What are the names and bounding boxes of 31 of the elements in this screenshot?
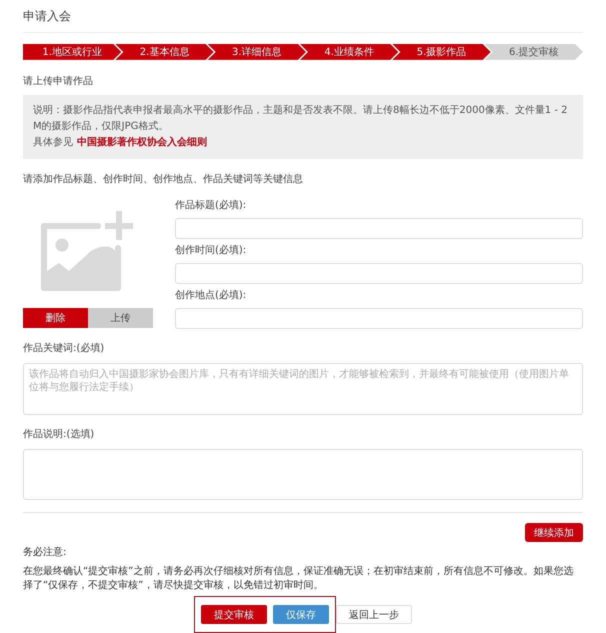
progress-step: 5.摄影作品: [392, 44, 491, 60]
instruction-text: 请添加作品标题、创作时间、创作地点、作品关键词等关键信息: [23, 172, 304, 186]
add-image-icon: [41, 210, 135, 291]
field-label: 创作地点(必填):: [175, 288, 248, 302]
notes-title: 务必注意:: [23, 546, 68, 560]
rules-link[interactable]: 中国摄影著作权协会入会细则: [77, 134, 207, 151]
keywords-field[interactable]: 该作品将自动归入中国摄影家协会图片库，只有有详细关键词的图片，才能够被检索到，并最终有可能被使用（使用图片单位将与您履行法定手续）: [23, 362, 583, 416]
reference-prefix: 具体参见: [33, 136, 73, 150]
field-label: 作品关键词:(必填): [23, 342, 106, 355]
section-title: 请上传申请作品: [23, 74, 94, 88]
action-button[interactable]: 返回上一步: [336, 605, 412, 624]
progress-step: 2.基本信息: [115, 44, 214, 60]
page-title: 申请入会: [23, 8, 583, 33]
progress-step: 1.地区或行业: [23, 44, 122, 60]
image-action-button[interactable]: 删除: [23, 308, 88, 328]
add-more-button[interactable]: 继续添加: [525, 523, 583, 542]
description-field[interactable]: [23, 449, 583, 500]
field-label: 创作时间(必填):: [175, 244, 248, 257]
input-field[interactable]: [175, 308, 583, 329]
notice-text: 说明：摄影作品指代表申报者最高水平的摄影作品，主题和是否发表不限。请上传8幅长边不低于2000像素、文件量1 - 2 M的摄影作品，仅限JPG格式。: [33, 104, 569, 134]
progress-step: 4.业绩条件: [300, 44, 398, 60]
field-label: 作品标题(必填):: [175, 198, 248, 212]
input-field[interactable]: [175, 262, 583, 284]
action-button[interactable]: 提交审核: [201, 605, 267, 624]
notes-text: 在您最终确认“提交审核”之前，请务必再次仔细核对所有信息，保证准确无误；在初审结束前，所有信息不可修改。如果您选择了“仅保存，不提交审核”，请尽快提交审核，以免错过初审时间。: [23, 565, 574, 594]
image-action-button[interactable]: 上传: [88, 308, 153, 328]
field-label: 作品说明:(选填): [23, 428, 96, 442]
action-button[interactable]: 仅保存: [273, 605, 329, 624]
progress-step: 6.提交审核: [484, 44, 583, 60]
progress-step: 3.详细信息: [208, 44, 306, 60]
input-field[interactable]: [175, 218, 583, 239]
